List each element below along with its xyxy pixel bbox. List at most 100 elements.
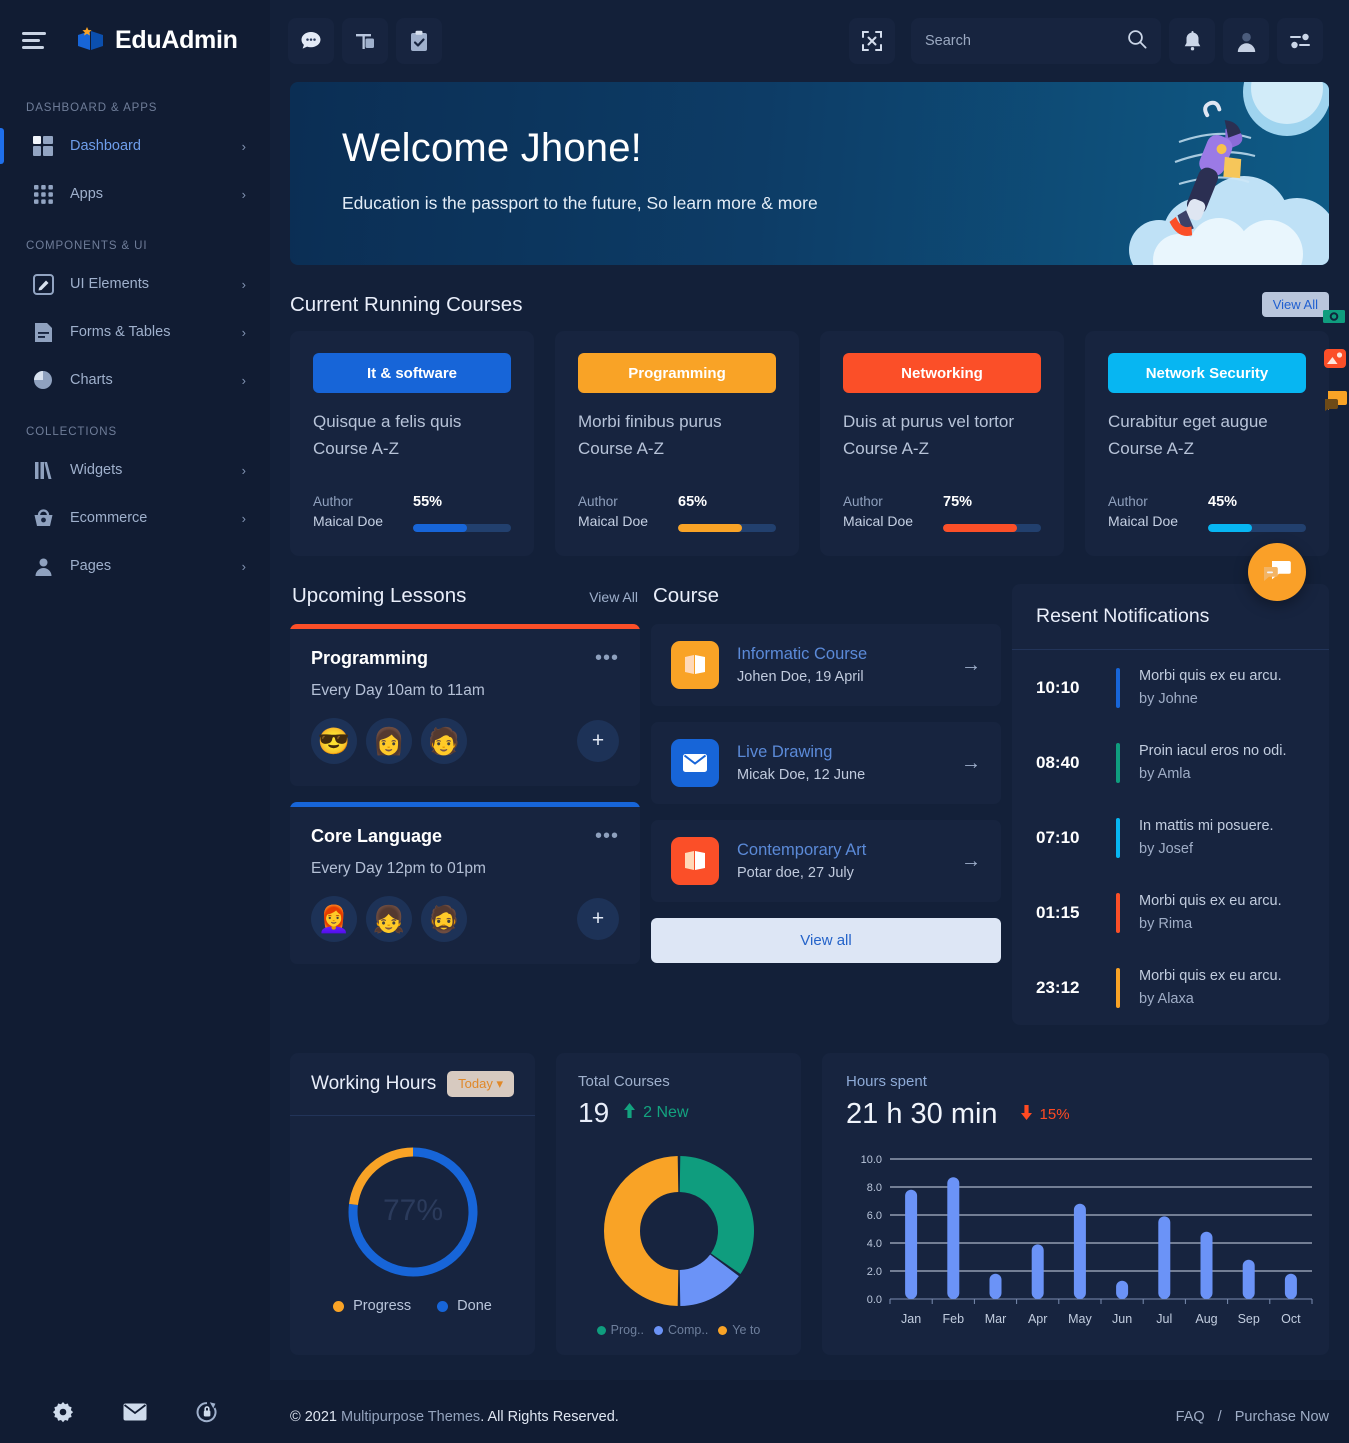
course-tag-button[interactable]: Programming — [578, 353, 776, 393]
sidebar-item-dashboard[interactable]: Dashboard › — [0, 122, 270, 170]
arrow-right-icon[interactable]: → — [961, 752, 981, 775]
add-participant-button[interactable]: + — [577, 898, 619, 941]
sidebar-item-charts[interactable]: Charts › — [0, 356, 270, 404]
notification-row[interactable]: 23:12 Morbi quis ex eu arcu. by Alaxa — [1012, 950, 1329, 1025]
sidebar-item-label: Charts — [70, 372, 113, 388]
footer-faq-link[interactable]: FAQ — [1176, 1409, 1205, 1425]
chat-icon[interactable] — [1323, 389, 1349, 413]
footer-brand[interactable]: Multipurpose Themes — [341, 1409, 480, 1425]
sidebar-item-forms-tables[interactable]: Forms & Tables › — [0, 308, 270, 356]
notification-row[interactable]: 01:15 Morbi quis ex eu arcu. by Rima — [1012, 875, 1329, 950]
arrow-right-icon[interactable]: → — [961, 850, 981, 873]
topbar — [270, 0, 1349, 82]
footer-purchase-link[interactable]: Purchase Now — [1235, 1409, 1329, 1425]
hours-spent-value: 21 h 30 min — [846, 1098, 998, 1131]
svg-text:Jun: Jun — [1112, 1312, 1132, 1326]
notification-text: Proin iacul eros no odi. — [1139, 743, 1287, 760]
course-description: Duis at purus vel tortor Course A-Z — [843, 412, 1015, 459]
notification-text: Morbi quis ex eu arcu. — [1139, 968, 1282, 985]
envelope-icon — [671, 739, 719, 788]
course-item-title[interactable]: Informatic Course — [737, 645, 961, 664]
course-tag-button[interactable]: Network Security — [1108, 353, 1306, 393]
document-lines-icon — [30, 319, 56, 345]
view-all-button[interactable]: View All — [1261, 292, 1329, 317]
legend-item: Done — [437, 1298, 492, 1314]
notification-author: by Amla — [1139, 765, 1191, 782]
gear-icon[interactable] — [52, 1401, 74, 1428]
power-lock-icon[interactable] — [196, 1401, 218, 1428]
sidebar-item-widgets[interactable]: Widgets › — [0, 446, 270, 494]
total-courses-donut — [556, 1129, 801, 1315]
svg-text:6.0: 6.0 — [867, 1210, 882, 1222]
course-card: Network Security Curabitur eget augue Cour… — [1085, 331, 1329, 557]
notification-accent — [1116, 742, 1120, 783]
course-item-title[interactable]: Live Drawing — [737, 743, 961, 762]
sliders-icon[interactable] — [1277, 18, 1323, 64]
sidebar-item-apps[interactable]: Apps › — [0, 170, 270, 218]
fullscreen-icon[interactable] — [849, 18, 895, 64]
notification-row[interactable]: 10:10 Morbi quis ex eu arcu. by Johne — [1012, 650, 1329, 725]
user-avatar-icon[interactable] — [1223, 18, 1269, 64]
legend-label: Prog.. — [610, 1323, 644, 1338]
course-item-meta: Potar doe, 27 July — [737, 865, 854, 882]
course-view-all-button[interactable]: View all — [651, 918, 1001, 964]
chevron-right-icon: › — [241, 138, 246, 154]
sidebar-header: EduAdmin — [0, 0, 270, 80]
sidebar-item-label: Apps — [70, 186, 104, 202]
image-icon[interactable] — [1323, 347, 1349, 371]
search-box[interactable] — [911, 18, 1161, 64]
pencil-square-icon — [30, 271, 56, 297]
search-input[interactable] — [925, 33, 1127, 49]
lesson-card: Core Language ••• Every Day 12pm to 01pm 👩‍… — [290, 802, 640, 965]
lesson-time: Every Day 10am to 11am — [311, 682, 485, 700]
course-description: Quisque a felis quis Course A-Z — [313, 412, 462, 459]
course-tag-button[interactable]: It & software — [313, 353, 511, 393]
add-participant-button[interactable]: + — [577, 720, 619, 763]
svg-text:0.0: 0.0 — [867, 1294, 882, 1306]
sidebar-group-label: COMPONENTS & UI — [26, 240, 148, 252]
envelope-icon[interactable] — [123, 1403, 147, 1426]
clipboard-check-icon[interactable] — [396, 18, 442, 64]
chevron-right-icon: › — [241, 372, 246, 388]
lesson-name: Programming — [311, 648, 429, 669]
svg-text:Oct: Oct — [1281, 1312, 1301, 1326]
svg-text:Mar: Mar — [985, 1312, 1007, 1326]
arrow-right-icon[interactable]: → — [961, 654, 981, 677]
course-percent: 55% — [413, 494, 443, 511]
course-percent: 45% — [1208, 494, 1238, 511]
course-list-item[interactable]: Live Drawing Micak Doe, 12 June → — [651, 722, 1001, 805]
sidebar-item-pages[interactable]: Pages › — [0, 542, 270, 590]
menu-toggle-icon[interactable] — [22, 31, 48, 49]
money-icon[interactable] — [1323, 305, 1349, 329]
inbox-icon[interactable] — [342, 18, 388, 64]
welcome-banner: Welcome Jhone! Education is the passport… — [290, 82, 1329, 265]
brand[interactable]: EduAdmin — [76, 26, 238, 55]
course-list-item[interactable]: Informatic Course Johen Doe, 19 April → — [651, 624, 1001, 707]
legend-item: Comp.. — [654, 1323, 708, 1337]
course-list-item[interactable]: Contemporary Art Potar doe, 27 July → — [651, 820, 1001, 903]
notification-text: Morbi quis ex eu arcu. — [1139, 668, 1282, 685]
chat-bubble-icon[interactable] — [288, 18, 334, 64]
legend-item: Prog.. — [596, 1323, 644, 1338]
course-item-title[interactable]: Contemporary Art — [737, 841, 961, 860]
notification-accent — [1116, 892, 1120, 933]
course-tag-button[interactable]: Networking — [843, 353, 1041, 393]
sidebar-item-ecommerce[interactable]: Ecommerce › — [0, 494, 270, 542]
notifications-column: Resent Notifications 10:10 Morbi quis ex … — [1012, 584, 1329, 1026]
notification-accent — [1116, 667, 1120, 708]
notification-author: by Johne — [1139, 690, 1198, 707]
chat-fab-button[interactable] — [1248, 543, 1306, 601]
bell-icon[interactable] — [1169, 18, 1215, 64]
notification-accent — [1116, 967, 1120, 1008]
search-icon[interactable] — [1127, 29, 1147, 54]
lesson-menu-icon[interactable]: ••• — [595, 647, 619, 670]
sidebar-item-ui-elements[interactable]: UI Elements › — [0, 260, 270, 308]
today-filter-dropdown[interactable]: Today ▾ — [447, 1071, 514, 1098]
lessons-view-all[interactable]: View All — [589, 589, 638, 605]
notification-row[interactable]: 07:10 In mattis mi posuere. by Josef — [1012, 800, 1329, 875]
chevron-right-icon: › — [241, 462, 246, 478]
legend-swatch — [654, 1325, 663, 1335]
book-icon — [671, 641, 719, 690]
lesson-menu-icon[interactable]: ••• — [595, 825, 619, 848]
notification-row[interactable]: 08:40 Proin iacul eros no odi. by Amla — [1012, 725, 1329, 800]
